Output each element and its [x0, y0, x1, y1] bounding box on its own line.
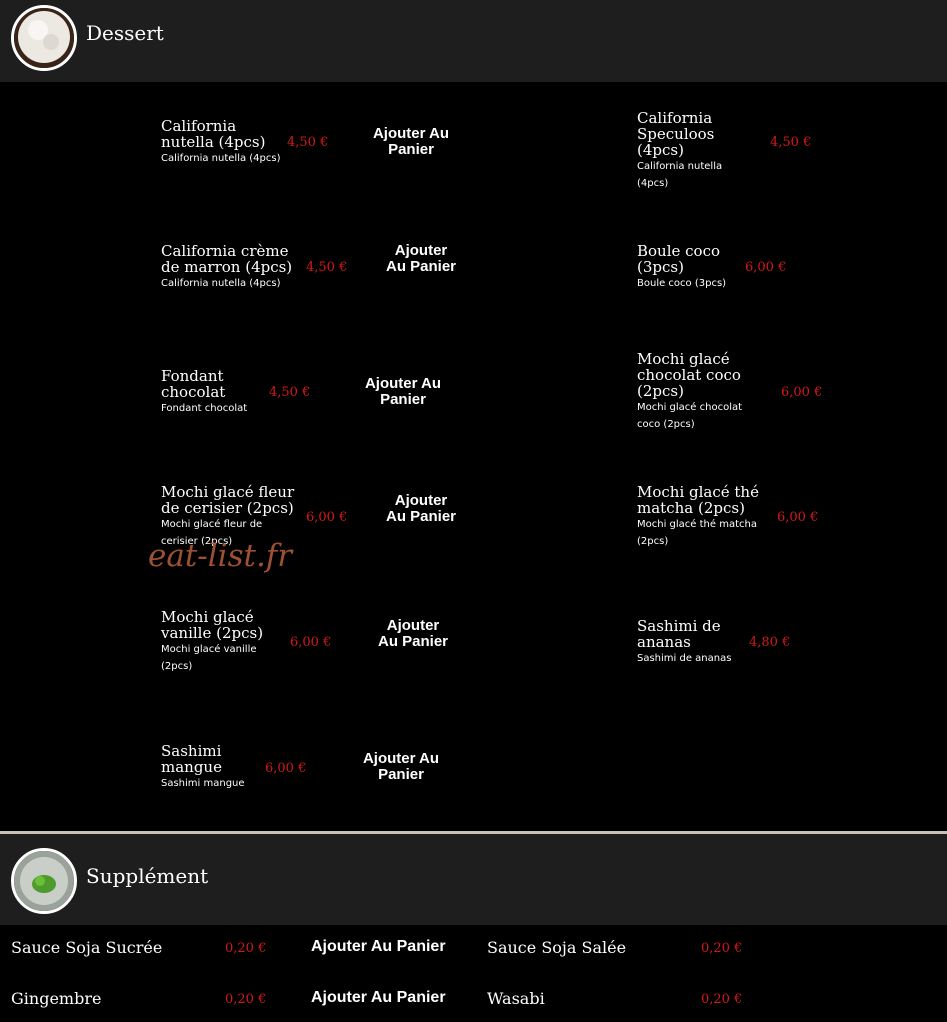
item-description: Sashimi de ananas: [637, 653, 732, 664]
dessert-title: Dessert: [86, 21, 164, 45]
add-to-cart-button[interactable]: Ajouter Au Panier: [355, 751, 447, 783]
supplement-title: Supplément: [86, 864, 209, 888]
add-to-cart-button[interactable]: Ajouter Au Panier: [311, 989, 446, 1007]
item-description: Sashimi mangue: [161, 778, 245, 789]
item-description: California nutella (4pcs): [637, 161, 723, 189]
item-name: Mochi glacé chocolat coco (2pcs) Mochi g…: [637, 351, 767, 433]
item-price: 6,00 €: [290, 635, 332, 650]
item-price: 4,50 €: [287, 135, 329, 150]
add-to-cart-button[interactable]: Ajouter Au Panier: [377, 618, 449, 650]
item-price: 6,00 €: [781, 385, 823, 400]
item-price: 4,80 €: [749, 635, 791, 650]
item-price: 4,50 €: [306, 260, 348, 275]
supplement-name: Sauce Soja Sucrée: [11, 938, 163, 957]
add-to-cart-button[interactable]: Ajouter Au Panier: [367, 126, 455, 158]
supplement-price: 0,20 €: [701, 992, 743, 1007]
supplement-header: Supplément: [0, 834, 947, 925]
add-to-cart-button[interactable]: Ajouter Au Panier: [385, 493, 457, 525]
item-price: 4,50 €: [269, 385, 311, 400]
item-name: California nutella (4pcs) California nut…: [161, 118, 281, 167]
item-name: California crème de marron (4pcs) Califo…: [161, 243, 301, 292]
supplement-price: 0,20 €: [225, 992, 267, 1007]
item-description: Mochi glacé chocolat coco (2pcs): [637, 402, 743, 430]
item-name: Boule coco (3pcs) Boule coco (3pcs): [637, 243, 737, 292]
supplement-name: Sauce Soja Salée: [487, 938, 627, 957]
item-name: California Speculoos (4pcs) California n…: [637, 110, 747, 192]
watermark: eat-list.fr: [148, 538, 293, 574]
add-to-cart-button[interactable]: Ajouter Au Panier: [311, 938, 446, 956]
item-price: 6,00 €: [306, 510, 348, 525]
dessert-category-image: [11, 5, 77, 71]
supplement-name: Gingembre: [11, 989, 102, 1008]
item-name: Mochi glacé vanille (2pcs) Mochi glacé v…: [161, 609, 271, 675]
supplement-name: Wasabi: [487, 989, 545, 1008]
item-name: Fondant chocolat Fondant chocolat: [161, 368, 261, 417]
item-description: Fondant chocolat: [161, 403, 248, 414]
supplement-price: 0,20 €: [701, 941, 743, 956]
item-description: California nutella (4pcs): [161, 153, 281, 164]
item-price: 4,50 €: [770, 135, 812, 150]
item-description: Mochi glacé vanille (2pcs): [161, 644, 257, 672]
item-price: 6,00 €: [777, 510, 819, 525]
item-price: 6,00 €: [745, 260, 787, 275]
item-description: California nutella (4pcs): [161, 278, 281, 289]
item-name: Mochi glacé thé matcha (2pcs) Mochi glac…: [637, 484, 767, 550]
supplement-price: 0,20 €: [225, 941, 267, 956]
item-name: Sashimi de ananas Sashimi de ananas: [637, 618, 737, 667]
item-description: Mochi glacé thé matcha (2pcs): [637, 519, 757, 547]
item-price: 6,00 €: [265, 761, 307, 776]
supplement-category-image: [11, 848, 77, 914]
add-to-cart-button[interactable]: Ajouter Au Panier: [357, 376, 449, 408]
item-name: Sashimi mangue Sashimi mangue: [161, 743, 251, 792]
add-to-cart-button[interactable]: Ajouter Au Panier: [385, 243, 457, 275]
item-description: Boule coco (3pcs): [637, 278, 727, 289]
dessert-header: Dessert: [0, 0, 947, 82]
